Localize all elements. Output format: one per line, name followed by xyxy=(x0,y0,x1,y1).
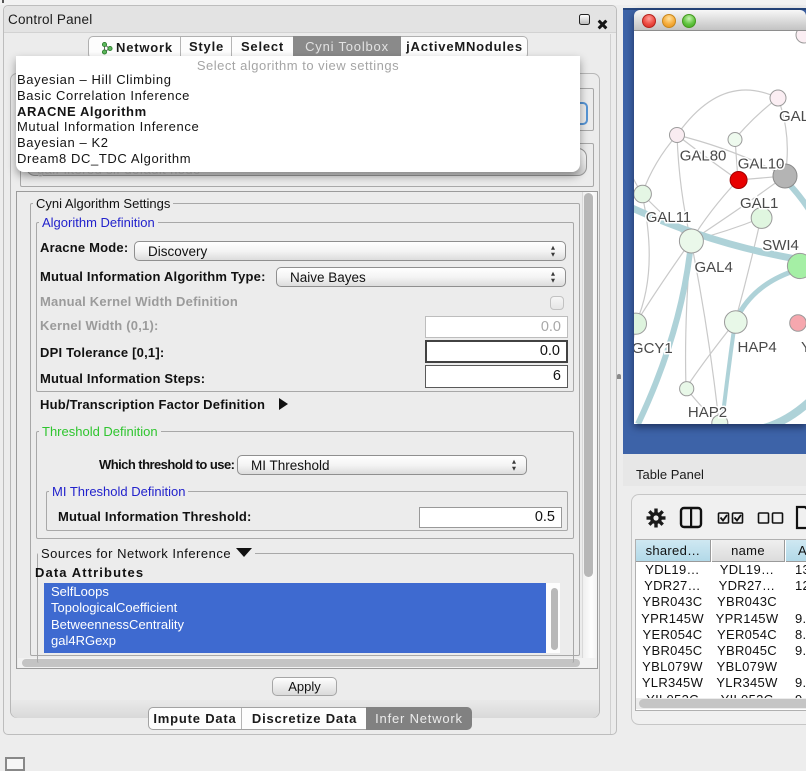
svg-text:GAL2: GAL2 xyxy=(779,108,806,125)
svg-text:GAL4: GAL4 xyxy=(695,259,733,276)
svg-text:GAL1: GAL1 xyxy=(740,195,778,212)
svg-text:GAL80: GAL80 xyxy=(680,148,727,165)
svg-text:Y: Y xyxy=(801,339,806,356)
svg-text:GCY1: GCY1 xyxy=(634,340,673,357)
svg-text:GAL10: GAL10 xyxy=(738,156,785,173)
svg-text:HAP4: HAP4 xyxy=(738,339,777,356)
svg-text:GAL11: GAL11 xyxy=(646,209,692,226)
svg-text:SWI4: SWI4 xyxy=(762,237,799,254)
svg-text:HAP2: HAP2 xyxy=(688,404,727,421)
